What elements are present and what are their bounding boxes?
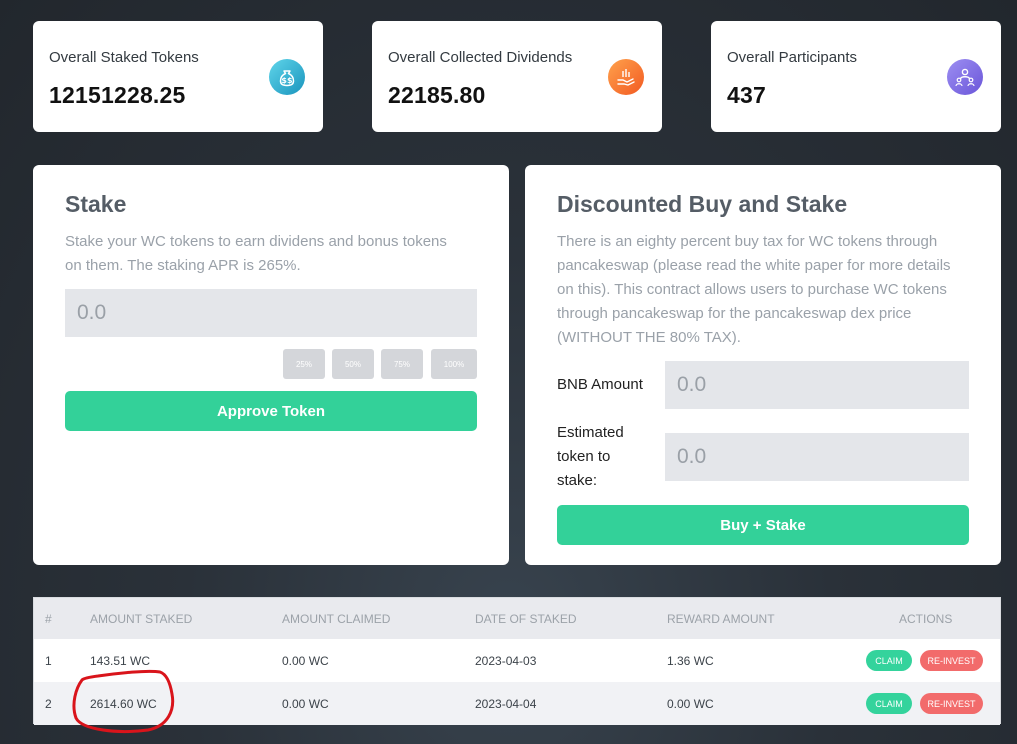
cell-reward-amount: 0.00 WC xyxy=(667,697,714,711)
table-row: 2 2614.60 WC 0.00 WC 2023-04-04 0.00 WC … xyxy=(34,682,1000,725)
cell-amount-staked: 143.51 WC xyxy=(90,654,151,668)
stat-card-dividends: Overall Collected Dividends 22185.80 xyxy=(372,21,662,132)
stake-description: Stake your WC tokens to earn dividens an… xyxy=(65,233,447,274)
header-index: # xyxy=(45,612,52,626)
svg-text:$$: $$ xyxy=(281,76,293,85)
bnb-amount-input[interactable] xyxy=(665,361,969,409)
claim-button[interactable]: CLAIM xyxy=(866,650,912,671)
stake-panel: Stake Stake your WC tokens to earn divid… xyxy=(33,165,509,565)
stat-value: 12151228.25 xyxy=(49,82,186,108)
buy-stake-title: Discounted Buy and Stake xyxy=(557,191,848,217)
cell-amount-claimed: 0.00 WC xyxy=(282,697,329,711)
participants-icon xyxy=(947,59,983,95)
stat-card-staked: Overall Staked Tokens 12151228.25 $$ xyxy=(33,21,323,132)
percent-100-button[interactable]: 100% xyxy=(431,349,477,379)
percent-25-button[interactable]: 25% xyxy=(283,349,325,379)
buy-stake-button[interactable]: Buy + Stake xyxy=(557,505,969,545)
stakes-table: # Amount Staked Amount Claimed Date of S… xyxy=(33,597,1001,725)
claim-button[interactable]: CLAIM xyxy=(866,693,912,714)
header-amount-claimed: Amount Claimed xyxy=(282,612,391,626)
header-date-staked: Date of Staked xyxy=(475,612,577,626)
bnb-amount-label: BNB Amount xyxy=(557,376,643,393)
reinvest-button[interactable]: RE-INVEST xyxy=(920,650,983,671)
percent-50-button[interactable]: 50% xyxy=(332,349,374,379)
table-header: # Amount Staked Amount Claimed Date of S… xyxy=(34,598,1000,639)
estimated-token-input[interactable] xyxy=(665,433,969,481)
cell-date-staked: 2023-04-03 xyxy=(475,654,537,668)
stake-title: Stake xyxy=(65,191,127,217)
header-actions: Actions xyxy=(899,612,953,626)
cell-amount-staked: 2614.60 WC xyxy=(90,697,157,711)
reinvest-button[interactable]: RE-INVEST xyxy=(920,693,983,714)
table-row: 1 143.51 WC 0.00 WC 2023-04-03 1.36 WC C… xyxy=(34,639,1000,682)
buy-stake-panel: Discounted Buy and Stake There is an eig… xyxy=(525,165,1001,565)
stat-label: Overall Collected Dividends xyxy=(388,49,573,66)
stat-card-participants: Overall Participants 437 xyxy=(711,21,1001,132)
cell-amount-claimed: 0.00 WC xyxy=(282,654,329,668)
estimated-token-label: Estimated token to stake: xyxy=(557,424,624,489)
stake-amount-input[interactable] xyxy=(65,289,477,337)
money-bag-icon: $$ xyxy=(269,59,305,95)
stat-value: 437 xyxy=(727,82,766,108)
percent-75-button[interactable]: 75% xyxy=(381,349,423,379)
cell-index: 2 xyxy=(45,697,52,711)
cell-reward-amount: 1.36 WC xyxy=(667,654,714,668)
buy-stake-description: There is an eighty percent buy tax for W… xyxy=(557,233,951,346)
stat-value: 22185.80 xyxy=(388,82,486,108)
approve-token-button[interactable]: Approve Token xyxy=(65,391,477,431)
cell-date-staked: 2023-04-04 xyxy=(475,697,537,711)
header-reward-amount: Reward Amount xyxy=(667,612,775,626)
cell-index: 1 xyxy=(45,654,52,668)
hand-coins-icon xyxy=(608,59,644,95)
header-amount-staked: Amount Staked xyxy=(90,612,193,626)
stat-label: Overall Participants xyxy=(727,49,858,66)
stat-label: Overall Staked Tokens xyxy=(49,49,199,66)
